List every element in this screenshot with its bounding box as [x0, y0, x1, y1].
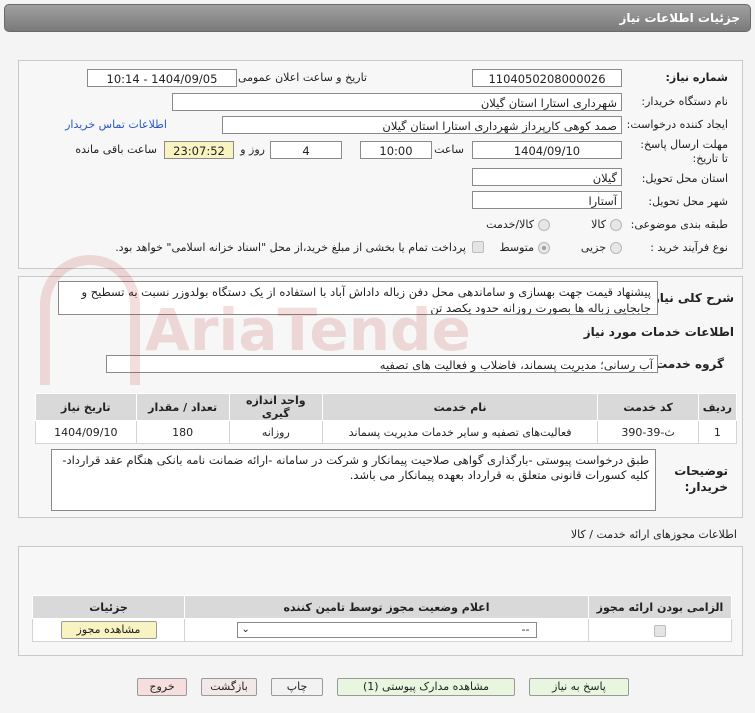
cell-code: ث-39-390 — [597, 420, 699, 444]
cell-qty: 180 — [135, 420, 230, 444]
category-radio-goods[interactable] — [610, 219, 622, 231]
reply-button[interactable]: پاسخ به نیاز — [529, 678, 629, 696]
days-label: روز و — [240, 143, 265, 156]
buyer-notes-label: توضیحات خریدار: — [674, 464, 728, 494]
permits-header-row: الزامی بودن ارائه مجوز اعلام وضعیت مجوز … — [32, 595, 732, 619]
cell-unit: روزانه — [228, 420, 323, 444]
province-field[interactable]: گیلان — [472, 168, 622, 186]
table-row: 1 ث-39-390 فعالیت‌های تصفیه و سایر خدمات… — [35, 420, 738, 444]
col-permit-status: اعلام وضعیت مجوز توسط تامین کننده — [184, 595, 589, 619]
process-label: نوع فرآیند خرید : — [650, 241, 728, 254]
permit-details-cell: مشاهده مجوز — [32, 618, 185, 642]
view-permit-button[interactable]: مشاهده مجوز — [60, 621, 157, 639]
need-number-label: شماره نیاز: — [665, 71, 728, 84]
category-label: طبقه بندی موضوعی: — [630, 218, 728, 231]
announce-label: تاریخ و ساعت اعلان عمومی: — [234, 71, 367, 84]
buyer-org-label: نام دستگاه خریدار: — [641, 95, 728, 108]
permits-table: الزامی بودن ارائه مجوز اعلام وضعیت مجوز … — [32, 595, 732, 642]
attachments-button[interactable]: مشاهده مدارک پیوستی (1) — [337, 678, 515, 696]
remaining-time-field: 23:07:52 — [164, 141, 234, 159]
need-info-panel: شماره نیاز: 1104050208000026 تاریخ و ساع… — [18, 60, 743, 269]
services-header-row: ردیف کد خدمت نام خدمت واحد اندازه گیری ت… — [35, 393, 738, 421]
days-field[interactable]: 4 — [270, 141, 342, 159]
deadline-date-field[interactable]: 1404/09/10 — [472, 141, 622, 159]
col-date: تاریخ نیاز — [35, 393, 137, 421]
permit-status-cell: -- ⌄ — [184, 618, 589, 642]
permit-status-select[interactable]: -- ⌄ — [236, 622, 537, 638]
buyer-org-field[interactable]: شهرداری استارا استان گیلان — [172, 93, 622, 111]
announce-field[interactable]: 1404/09/05 - 10:14 — [87, 69, 237, 87]
province-label: استان محل تحویل: — [641, 172, 728, 185]
cell-date: 1404/09/10 — [35, 420, 137, 444]
print-button[interactable]: چاپ — [271, 678, 323, 696]
col-permit-required: الزامی بودن ارائه مجوز — [588, 595, 732, 619]
col-unit: واحد اندازه گیری — [228, 393, 323, 421]
cell-name: فعالیت‌های تصفیه و سایر خدمات مدیریت پسم… — [321, 420, 599, 444]
process-option-minor: جزیی — [580, 241, 606, 254]
process-radio-minor[interactable] — [610, 242, 622, 254]
creator-label: ایجاد کننده درخواست: — [626, 118, 728, 131]
process-option-medium: متوسط — [499, 241, 534, 254]
buyer-notes-textarea[interactable]: طبق درخواست پیوستی -بارگذاری گواهی صلاحی… — [51, 449, 656, 511]
payment-note: پرداخت تمام یا بخشی از مبلغ خرید،از محل … — [115, 241, 466, 254]
services-heading: اطلاعات خدمات مورد نیاز — [583, 325, 734, 339]
permits-panel: الزامی بودن ارائه مجوز اعلام وضعیت مجوز … — [18, 546, 743, 656]
remaining-label: ساعت باقی مانده — [75, 143, 157, 156]
chevron-down-icon: ⌄ — [241, 624, 250, 635]
col-row: ردیف — [697, 393, 738, 421]
service-group-label: گروه خدمت: — [650, 357, 724, 371]
need-number-field[interactable]: 1104050208000026 — [472, 69, 622, 87]
back-button[interactable]: بازگشت — [201, 678, 257, 696]
services-table: ردیف کد خدمت نام خدمت واحد اندازه گیری ت… — [35, 393, 738, 444]
cell-row: 1 — [697, 420, 738, 444]
treasury-checkbox[interactable] — [472, 241, 484, 253]
col-code: کد خدمت — [597, 393, 699, 421]
permit-required-cell — [588, 618, 732, 642]
category-option-goods-service: کالا/خدمت — [486, 218, 534, 231]
permits-heading: اطلاعات مجوزهای ارائه خدمت / کالا — [570, 528, 737, 541]
deadline-time-label: ساعت — [434, 143, 464, 156]
table-row: -- ⌄ مشاهده مجوز — [32, 618, 732, 642]
process-radio-medium[interactable] — [538, 242, 550, 254]
city-field[interactable]: آستارا — [472, 191, 622, 209]
creator-field[interactable]: صمد کوهی کارپرداز شهرداری استارا استان گ… — [222, 116, 622, 134]
contact-buyer-link[interactable]: اطلاعات تماس خریدار — [65, 118, 167, 131]
deadline-time-field[interactable]: 10:00 — [360, 141, 432, 159]
service-group-field[interactable]: آب رسانی؛ مدیریت پسماند، فاضلاب و فعالیت… — [106, 355, 658, 373]
col-name: نام خدمت — [321, 393, 599, 421]
category-option-goods: کالا — [591, 218, 606, 231]
col-qty: تعداد / مقدار — [135, 393, 230, 421]
summary-textarea[interactable]: پیشنهاد قیمت جهت بهسازی و ساماندهی محل د… — [58, 281, 658, 315]
summary-services-panel: شرح کلی نیاز: پیشنهاد قیمت جهت بهسازی و … — [18, 276, 743, 518]
col-permit-details: جزئیات — [32, 595, 185, 619]
permit-required-checkbox — [654, 624, 666, 637]
category-radio-goods-service[interactable] — [538, 219, 550, 231]
summary-label: شرح کلی نیاز: — [648, 291, 734, 305]
deadline-label: مهلت ارسال پاسخ: تا تاریخ: — [640, 138, 728, 165]
window-title: جزئیات اطلاعات نیاز — [4, 4, 751, 32]
permit-status-value: -- — [521, 623, 530, 636]
exit-button[interactable]: خروج — [137, 678, 187, 696]
city-label: شهر محل تحویل: — [648, 195, 728, 208]
